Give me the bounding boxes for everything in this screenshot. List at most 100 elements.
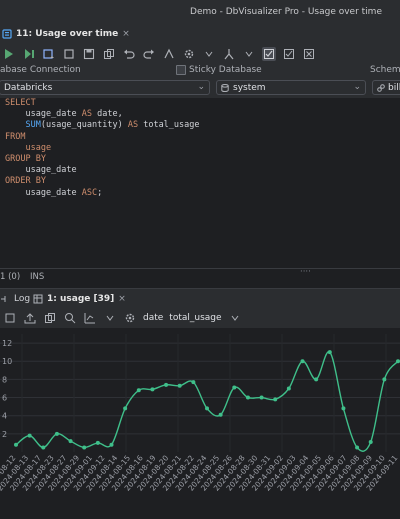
chevron-down-icon[interactable] xyxy=(228,311,242,325)
window-title: Demo - DbVisualizer Pro - Usage over tim… xyxy=(190,7,382,17)
schema-label: Schema xyxy=(370,65,400,75)
data-point xyxy=(205,406,209,411)
explain-plan-icon[interactable] xyxy=(222,47,236,61)
sql-token: ASC xyxy=(81,187,98,198)
y-tick-label: 4 xyxy=(2,412,7,421)
y-tick-label: 8 xyxy=(2,375,7,384)
sql-line: GROUP BY xyxy=(5,154,46,165)
sql-token: usage_date xyxy=(5,109,82,120)
stop-icon[interactable] xyxy=(62,47,76,61)
sql-token: usage xyxy=(5,142,52,153)
database-value: system xyxy=(233,82,266,93)
chart-toolbar: date total_usage xyxy=(0,308,400,328)
y-tick-label: 2 xyxy=(2,430,7,439)
editor-toolbar xyxy=(0,44,400,65)
toggle-view-icon[interactable] xyxy=(3,311,17,325)
sql-line: usage_date xyxy=(5,165,77,176)
data-point xyxy=(177,383,182,388)
chevron-down-icon: ⌄ xyxy=(197,82,205,92)
commit-icon[interactable] xyxy=(282,47,296,61)
copy-icon[interactable] xyxy=(102,47,116,61)
copy-icon[interactable] xyxy=(43,311,57,325)
data-point xyxy=(164,382,169,387)
data-point xyxy=(136,388,141,393)
undo-icon[interactable] xyxy=(122,47,136,61)
title-bar: Demo - DbVisualizer Pro - Usage over tim… xyxy=(0,0,400,25)
zoom-icon[interactable] xyxy=(63,311,77,325)
sql-token: total_usage xyxy=(138,120,200,131)
auto-commit-icon[interactable] xyxy=(262,47,276,61)
settings-icon[interactable] xyxy=(123,311,137,325)
sql-token: usage_date xyxy=(5,165,77,176)
connection-label: abase Connection xyxy=(0,65,81,75)
settings-icon[interactable] xyxy=(182,47,196,61)
editor-status-row: 1 (0) INS ···· xyxy=(0,267,400,283)
tab-label: 11: Usage over time xyxy=(16,29,119,39)
chevron-down-icon[interactable] xyxy=(103,311,117,325)
schema-select[interactable]: billi xyxy=(372,80,400,95)
sql-line: usage xyxy=(5,143,51,154)
database-select[interactable]: system ⌄ xyxy=(216,80,366,95)
data-point xyxy=(259,395,264,400)
tab-usage-over-time[interactable]: 11: Usage over time × xyxy=(0,24,136,46)
result-tab-bar: Log 1: usage [39] × xyxy=(0,288,400,310)
sql-editor[interactable]: SELECT usage_date AS date, SUM(usage_qua… xyxy=(0,98,400,268)
data-point xyxy=(396,359,400,364)
chevron-down-icon[interactable] xyxy=(242,47,256,61)
tab-result-usage[interactable]: 1: usage [39] × xyxy=(33,289,126,310)
sql-token: SUM xyxy=(25,120,41,131)
y-tick-label: 6 xyxy=(2,394,7,403)
sql-token: ; xyxy=(97,187,103,198)
data-point xyxy=(123,406,128,411)
chart-svg: 121086422024-08-122024-08-132024-08-1720… xyxy=(0,334,400,493)
sql-token: ORDER BY xyxy=(5,176,46,187)
sql-line: usage_date AS date, xyxy=(5,109,122,120)
chevron-down-icon[interactable] xyxy=(202,47,216,61)
y-field-select[interactable]: total_usage xyxy=(169,313,221,323)
rollback-icon[interactable] xyxy=(302,47,316,61)
sql-line: ORDER BY xyxy=(5,176,46,187)
insert-mode: INS xyxy=(30,272,45,282)
schema-value: billi xyxy=(388,82,400,93)
execute-icon[interactable] xyxy=(2,47,16,61)
close-tab-icon[interactable]: × xyxy=(118,294,126,304)
sql-line: SUM(usage_quantity) AS total_usage xyxy=(5,120,200,131)
data-point xyxy=(150,387,155,392)
chart-type-icon[interactable] xyxy=(83,311,97,325)
schema-icon xyxy=(377,84,385,92)
grid-icon xyxy=(33,294,43,303)
execute-dropdown-icon[interactable] xyxy=(42,47,56,61)
drag-handle-icon[interactable]: ···· xyxy=(300,267,311,277)
data-point xyxy=(245,395,250,400)
data-point xyxy=(82,445,87,450)
save-icon[interactable] xyxy=(82,47,96,61)
editor-tab-bar: 11: Usage over time × xyxy=(0,24,400,46)
data-point xyxy=(300,359,305,364)
sticky-database-label: Sticky Database xyxy=(189,65,262,75)
data-point xyxy=(41,445,46,450)
close-tab-icon[interactable]: × xyxy=(122,29,130,39)
data-point xyxy=(232,385,237,390)
sql-line: usage_date ASC; xyxy=(5,188,102,199)
redo-icon[interactable] xyxy=(142,47,156,61)
sql-token: GROUP BY xyxy=(5,154,46,164)
usage-line-chart[interactable]: 12 10 8 6 4 2 2024-08-12 2024-08-13 2024-08-17 20… xyxy=(0,328,400,516)
execute-current-icon[interactable] xyxy=(22,47,36,61)
data-point xyxy=(14,442,18,447)
connection-select[interactable]: Databricks ⌄ xyxy=(0,80,210,95)
log-icon xyxy=(1,295,6,302)
tab-log[interactable]: Log xyxy=(0,289,30,308)
format-icon[interactable] xyxy=(162,47,176,61)
series-line-total-usage xyxy=(15,351,399,452)
connection-value: Databricks xyxy=(4,82,53,93)
database-icon xyxy=(221,84,229,92)
cursor-position: 1 (0) xyxy=(0,272,21,282)
sticky-database-checkbox[interactable] xyxy=(176,65,186,75)
sql-token: (usage_quantity) xyxy=(40,120,128,131)
sql-file-icon xyxy=(2,29,12,39)
export-icon[interactable] xyxy=(23,311,37,325)
x-field-select[interactable]: date xyxy=(143,313,163,323)
sql-token: FROM xyxy=(5,131,26,142)
data-point xyxy=(327,350,332,355)
